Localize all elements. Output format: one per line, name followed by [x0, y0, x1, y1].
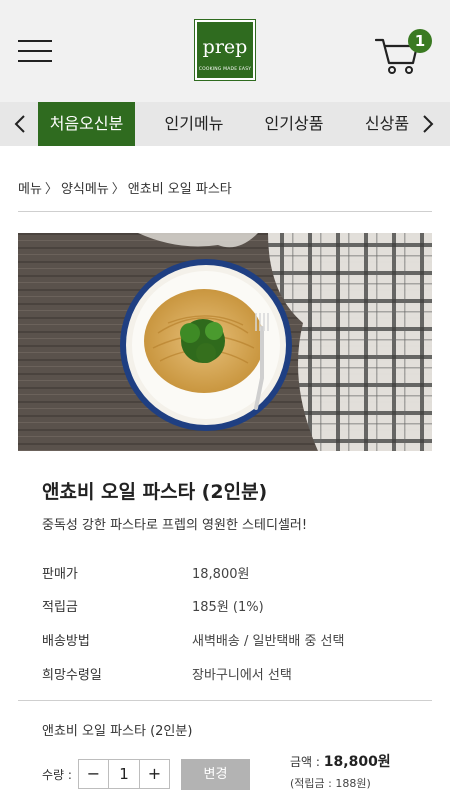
category-tabs: 처음오신분 인기메뉴 인기상품 신상품	[0, 102, 450, 146]
product-subtitle: 중독성 강한 파스타로 프렙의 영원한 스테디셀러!	[42, 518, 308, 533]
info-value: 18,800원	[192, 567, 250, 582]
tab-popular-products[interactable]: 인기상품	[250, 102, 338, 146]
hamburger-menu-icon[interactable]	[18, 40, 52, 62]
tabs-next-arrow-icon[interactable]	[414, 102, 442, 146]
info-value: 새벽배송 / 일반택배 중 선택	[192, 634, 345, 649]
total-amount: 금액 : 18,800원	[290, 751, 391, 771]
divider	[18, 211, 432, 212]
quantity-input[interactable]	[109, 760, 139, 788]
tab-new-products[interactable]: 신상품	[352, 102, 422, 146]
tab-first-visit[interactable]: 처음오신분	[38, 102, 135, 146]
breadcrumb-current: 앤쵸비 오일 파스타	[127, 182, 232, 197]
info-label: 판매가	[42, 567, 78, 582]
total-label: 금액 :	[290, 755, 320, 769]
info-label: 희망수령일	[42, 668, 102, 683]
header: prep COOKING MADE EASY 1	[0, 0, 450, 102]
increase-quantity-button[interactable]: +	[139, 760, 169, 788]
order-item-name: 앤쵸비 오일 파스타 (2인분)	[42, 724, 193, 739]
quantity-stepper: − +	[78, 759, 170, 789]
change-button[interactable]: 변경	[181, 759, 250, 790]
info-value: 장바구니에서 선택	[192, 668, 292, 683]
product-title: 앤쵸비 오일 파스타 (2인분)	[42, 481, 268, 503]
product-image[interactable]	[18, 233, 432, 451]
info-value: 185원 (1%)	[192, 600, 264, 615]
info-label: 배송방법	[42, 634, 90, 649]
tabs-prev-arrow-icon[interactable]	[6, 102, 34, 146]
cart-count-badge: 1	[408, 29, 432, 53]
quantity-label: 수량 :	[42, 768, 72, 782]
earned-points: (적립금 : 188원)	[290, 777, 371, 790]
logo[interactable]: prep COOKING MADE EASY	[194, 19, 256, 81]
logo-tagline: COOKING MADE EASY	[198, 67, 252, 72]
breadcrumb-western-menu[interactable]: 양식메뉴	[61, 182, 109, 197]
info-label: 적립금	[42, 600, 78, 615]
cart-button[interactable]: 1	[375, 28, 432, 78]
breadcrumb-separator: 〉	[111, 182, 125, 197]
divider	[18, 700, 432, 701]
pasta-plate-image	[18, 233, 432, 451]
logo-word: prep	[202, 36, 248, 58]
total-value: 18,800원	[323, 754, 391, 770]
decrease-quantity-button[interactable]: −	[79, 760, 109, 788]
breadcrumb-menu[interactable]: 메뉴	[18, 182, 42, 197]
tab-popular-menu[interactable]: 인기메뉴	[150, 102, 238, 146]
breadcrumb-separator: 〉	[44, 182, 58, 197]
breadcrumb: 메뉴 〉 양식메뉴 〉 앤쵸비 오일 파스타	[18, 178, 232, 197]
